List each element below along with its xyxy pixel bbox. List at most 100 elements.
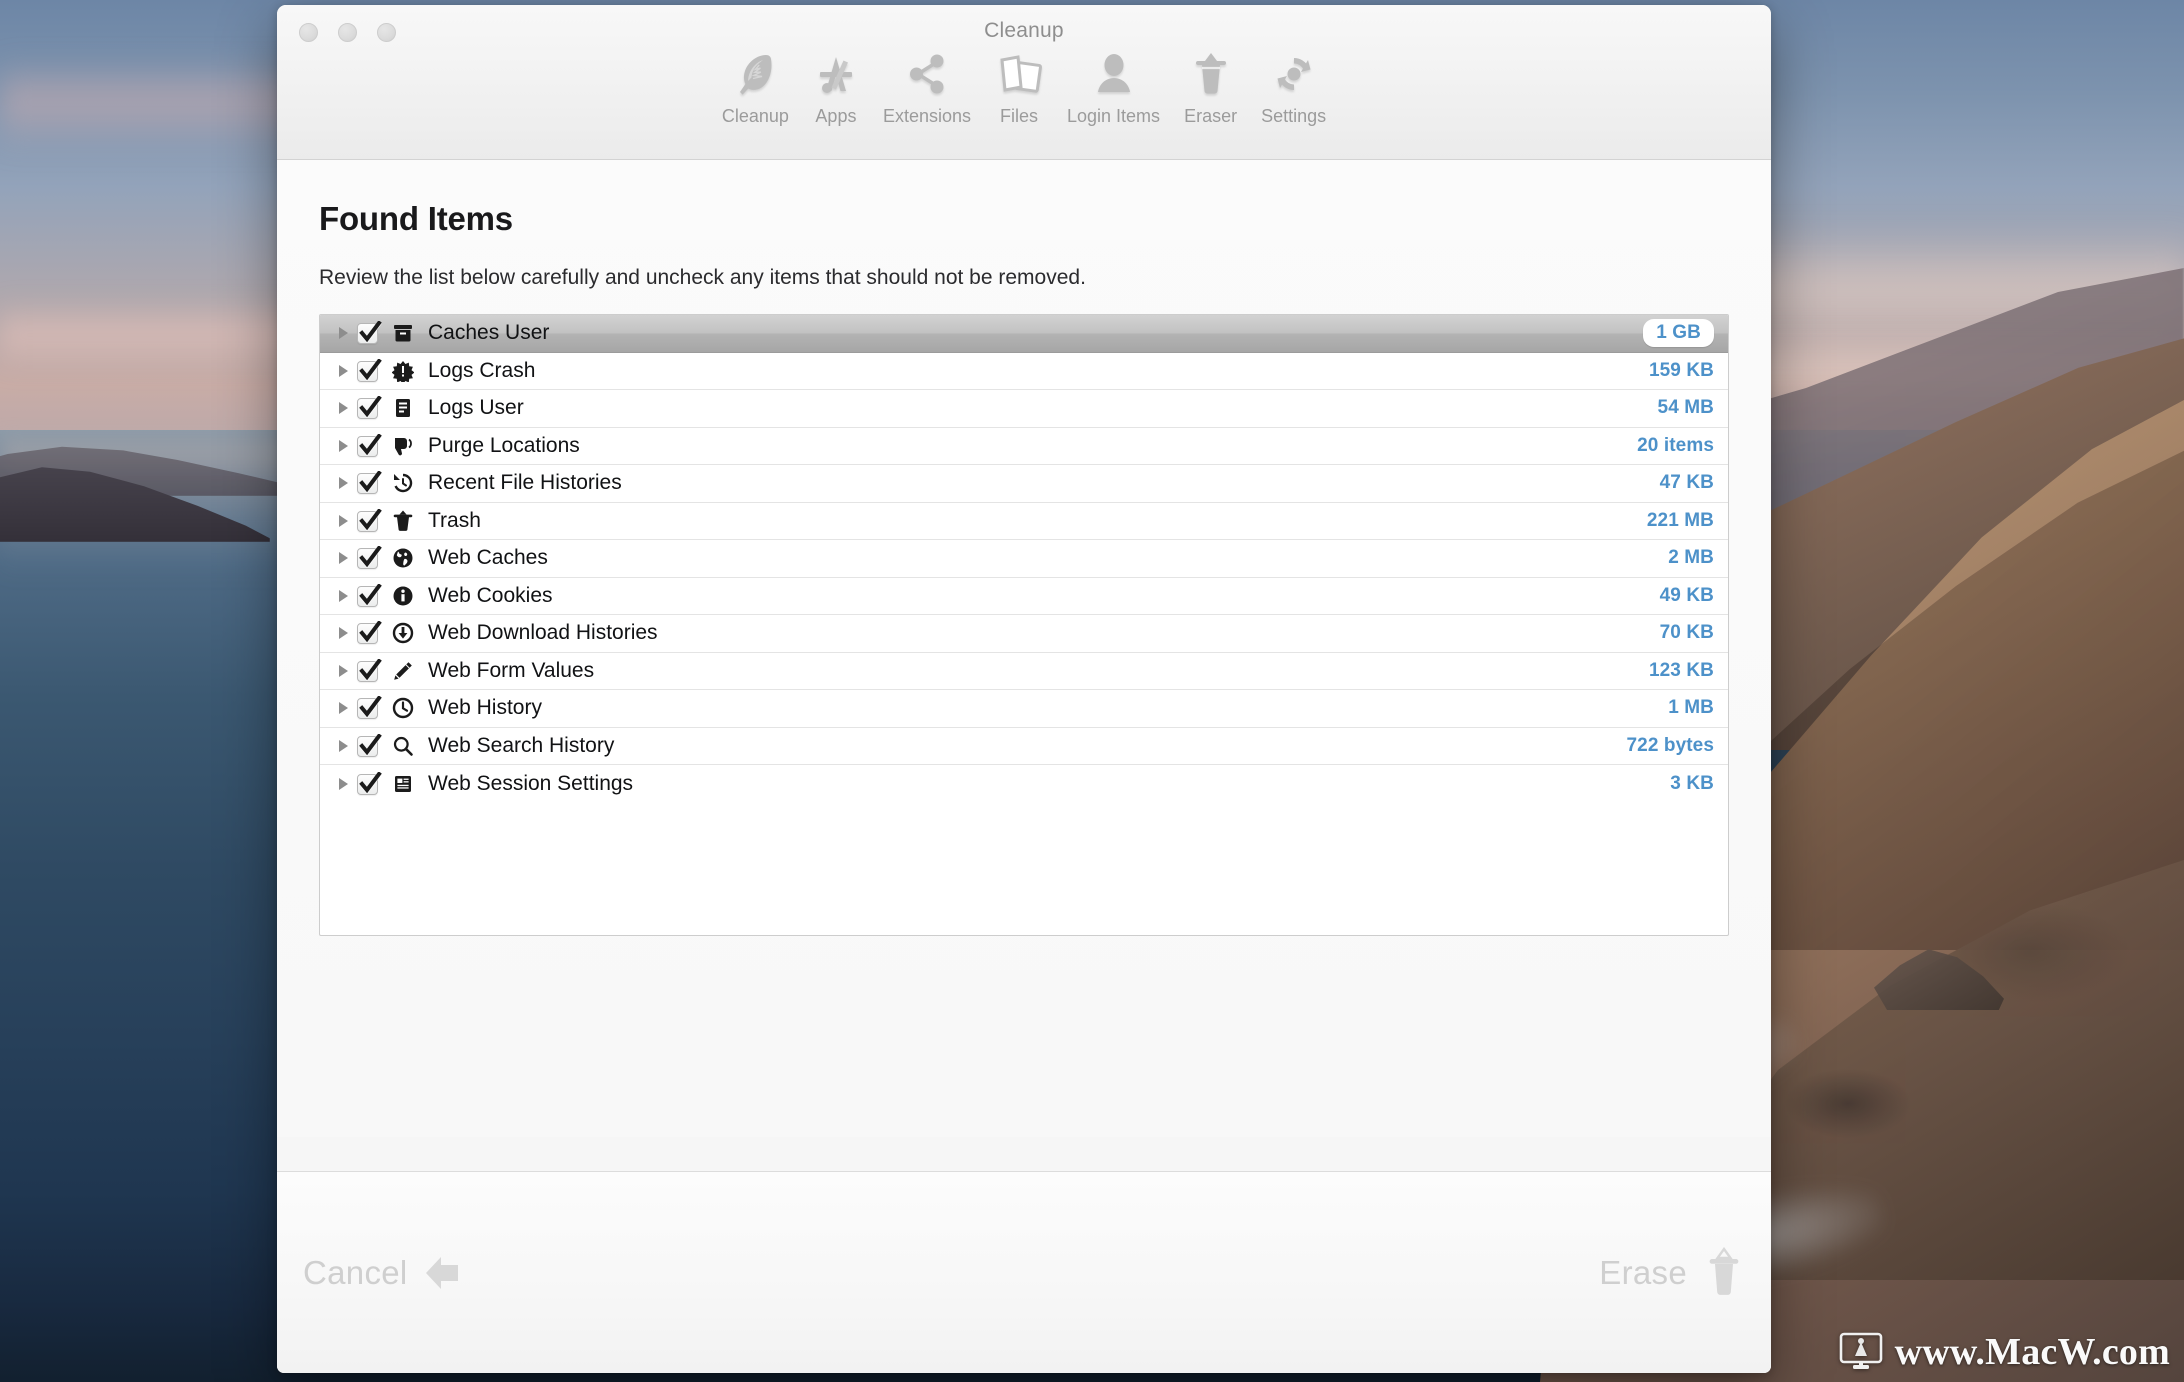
toolbar-item-label: Files [999, 106, 1038, 126]
app-store-icon [813, 49, 859, 99]
row-label: Web Caches [428, 546, 548, 570]
disclosure-triangle-icon[interactable] [332, 475, 354, 491]
row-checkbox[interactable] [354, 658, 384, 684]
row-checkbox[interactable] [354, 771, 384, 797]
page-title: Found Items [319, 200, 513, 237]
row-checkbox[interactable] [354, 695, 384, 721]
erase-button[interactable]: Erase [1599, 1246, 1745, 1300]
desktop-wallpaper: Cleanup Cleanup Apps Extensions Files Lo… [0, 0, 2184, 1382]
disclosure-triangle-icon[interactable] [332, 513, 354, 529]
row-value: 47 KB [1659, 472, 1714, 494]
row-label: Caches User [428, 321, 550, 345]
row-value: 3 KB [1670, 772, 1714, 794]
table-row[interactable]: Web Search History 722 bytes [320, 727, 1728, 765]
info-circle-icon [388, 585, 418, 607]
toolbar-item-apps[interactable]: Apps [801, 49, 871, 127]
row-label: Web Download Histories [428, 621, 658, 645]
disclosure-triangle-icon[interactable] [332, 438, 354, 454]
row-label: Web Cookies [428, 583, 553, 607]
row-checkbox[interactable] [354, 545, 384, 571]
erase-label: Erase [1599, 1253, 1687, 1291]
row-label: Web Search History [428, 733, 615, 757]
imac-monitor-icon [1839, 1332, 1883, 1372]
toolbar-item-label: Eraser [1184, 106, 1238, 126]
toolbar-item-label: Apps [815, 106, 857, 126]
toolbar-item-label: Login Items [1067, 106, 1161, 126]
clock-rewind-icon [388, 472, 418, 494]
cleanup-app-window: Cleanup Cleanup Apps Extensions Files Lo… [277, 5, 1771, 1373]
disclosure-triangle-icon[interactable] [332, 738, 354, 754]
table-row[interactable]: Purge Locations 20 items [320, 427, 1728, 465]
site-watermark: www.MacW.com [1839, 1330, 2170, 1374]
toolbar-item-eraser[interactable]: Eraser [1172, 49, 1249, 127]
globe-icon [388, 547, 418, 569]
table-row[interactable]: Recent File Histories 47 KB [320, 465, 1728, 503]
watermark-text: www.MacW.com [1894, 1331, 2170, 1373]
disclosure-triangle-icon[interactable] [332, 663, 354, 679]
row-value: 54 MB [1657, 397, 1714, 419]
window-footer: Cancel Erase [277, 1171, 1771, 1373]
table-row[interactable]: Web Form Values 123 KB [320, 652, 1728, 690]
row-checkbox[interactable] [354, 733, 384, 759]
page-subtitle: Review the list below carefully and unch… [319, 266, 1086, 289]
toolbar-item-settings[interactable]: Settings [1249, 49, 1338, 127]
files-icon [995, 49, 1043, 99]
toolbar-item-files[interactable]: Files [983, 49, 1055, 127]
table-row[interactable]: Caches User 1 GB [320, 315, 1728, 353]
disclosure-triangle-icon[interactable] [332, 325, 354, 341]
magnifier-icon [388, 735, 418, 757]
table-row[interactable]: Logs Crash 159 KB [320, 352, 1728, 390]
row-value: 70 KB [1659, 622, 1714, 644]
row-checkbox[interactable] [354, 395, 384, 421]
row-label: Logs User [428, 396, 524, 420]
disclosure-triangle-icon[interactable] [332, 776, 354, 792]
row-value: 123 KB [1648, 659, 1714, 681]
toolbar-item-cleanup[interactable]: Cleanup [710, 49, 801, 127]
row-checkbox[interactable] [354, 583, 384, 609]
trash-icon [1190, 49, 1232, 99]
table-row[interactable]: Web History 1 MB [320, 690, 1728, 728]
row-label: Purge Locations [428, 433, 580, 457]
crash-burst-icon [388, 360, 418, 382]
table-row[interactable]: Trash 221 MB [320, 502, 1728, 540]
table-row[interactable]: Web Caches 2 MB [320, 540, 1728, 578]
table-row[interactable]: Logs User 54 MB [320, 390, 1728, 428]
row-checkbox[interactable] [354, 320, 384, 346]
disclosure-triangle-icon[interactable] [332, 363, 354, 379]
news-card-icon [388, 773, 418, 795]
row-value: 49 KB [1659, 584, 1714, 606]
found-items-list[interactable]: Caches User 1 GB Logs Crash 159 KB Logs … [319, 314, 1729, 936]
row-value: 722 bytes [1626, 734, 1714, 756]
table-row[interactable]: Web Download Histories 70 KB [320, 615, 1728, 653]
row-checkbox[interactable] [354, 433, 384, 459]
cancel-button[interactable]: Cancel [303, 1252, 462, 1294]
disclosure-triangle-icon[interactable] [332, 550, 354, 566]
row-label: Web Form Values [428, 658, 595, 682]
trash-icon [1703, 1246, 1745, 1300]
row-checkbox[interactable] [354, 470, 384, 496]
clock-icon [388, 697, 418, 719]
table-row[interactable]: Web Session Settings 3 KB [320, 765, 1728, 803]
toolbar: Cleanup Apps Extensions Files Login Item… [277, 49, 1771, 127]
disclosure-triangle-icon[interactable] [332, 625, 354, 641]
cancel-label: Cancel [303, 1253, 408, 1291]
row-label: Web History [428, 696, 542, 720]
toolbar-item-login-items[interactable]: Login Items [1055, 49, 1172, 127]
toolbar-item-label: Extensions [882, 106, 971, 126]
row-label: Logs Crash [428, 358, 536, 382]
disclosure-triangle-icon[interactable] [332, 400, 354, 416]
row-checkbox[interactable] [354, 508, 384, 534]
user-icon [1092, 49, 1136, 99]
back-arrow-icon [424, 1252, 462, 1294]
download-circle-icon [388, 622, 418, 644]
toolbar-item-extensions[interactable]: Extensions [871, 49, 983, 127]
disclosure-triangle-icon[interactable] [332, 700, 354, 716]
row-checkbox[interactable] [354, 358, 384, 384]
trash-can-icon [388, 510, 418, 532]
toolbar-item-label: Settings [1261, 106, 1327, 126]
row-checkbox[interactable] [354, 620, 384, 646]
table-row[interactable]: Web Cookies 49 KB [320, 577, 1728, 615]
document-lines-icon [388, 397, 418, 419]
disclosure-triangle-icon[interactable] [332, 588, 354, 604]
row-value: 20 items [1637, 434, 1714, 456]
